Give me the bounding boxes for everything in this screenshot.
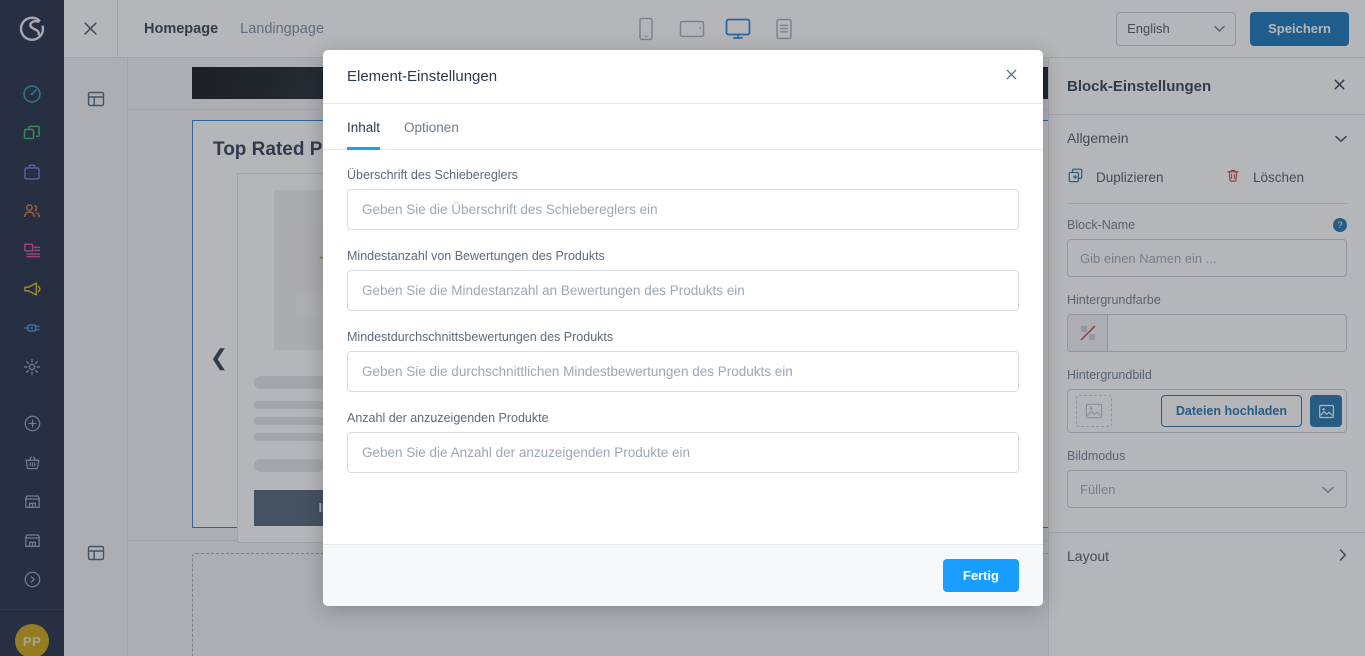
min-average-rating-field: Mindestdurchschnittsbewertungen des Prod… [347,330,1019,392]
modal-footer: Fertig [323,544,1043,606]
product-count-input[interactable]: Geben Sie die Anzahl der anzuzeigenden P… [347,432,1019,473]
done-button[interactable]: Fertig [942,559,1019,592]
product-count-label: Anzahl der anzuzeigenden Produkte [347,411,549,425]
slider-headline-label: Überschrift des Schiebereglers [347,168,518,182]
product-count-field: Anzahl der anzuzeigenden Produkte Geben … [347,411,1019,473]
page-root: PP Homepage Landingpage English Speicher… [0,0,1365,656]
modal-header: Element-Einstellungen [323,50,1043,104]
modal-title: Element-Einstellungen [347,68,498,85]
element-settings-modal: Element-Einstellungen Inhalt Optionen Üb… [323,50,1043,606]
tab-inhalt[interactable]: Inhalt [347,120,381,150]
tab-optionen[interactable]: Optionen [404,120,459,150]
min-review-count-label: Mindestanzahl von Bewertungen des Produk… [347,249,605,263]
min-average-rating-label: Mindestdurchschnittsbewertungen des Prod… [347,330,614,344]
close-icon[interactable] [1004,67,1019,86]
min-review-count-input[interactable]: Geben Sie die Mindestanzahl an Bewertung… [347,270,1019,311]
min-average-rating-input[interactable]: Geben Sie die durchschnittlichen Mindest… [347,351,1019,392]
modal-tabs: Inhalt Optionen [323,104,1043,150]
modal-body: Überschrift des Schiebereglers Geben Sie… [323,150,1043,544]
min-review-count-field: Mindestanzahl von Bewertungen des Produk… [347,249,1019,311]
slider-headline-field: Überschrift des Schiebereglers Geben Sie… [347,168,1019,230]
slider-headline-input[interactable]: Geben Sie die Überschrift des Schiebereg… [347,189,1019,230]
